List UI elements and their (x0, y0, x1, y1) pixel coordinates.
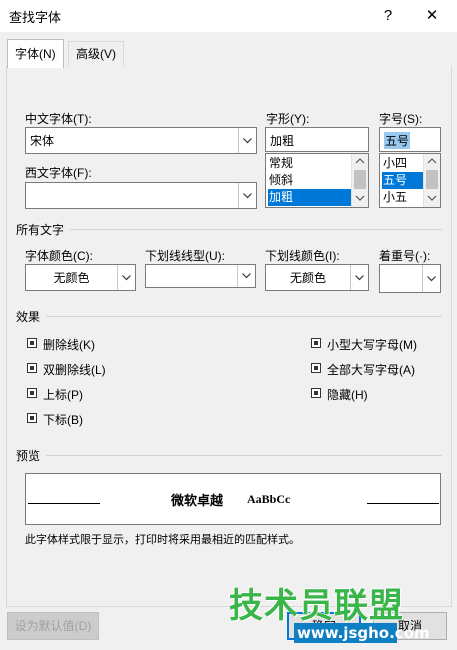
cn-font-dropdown[interactable] (238, 128, 256, 153)
help-button[interactable]: ? (373, 4, 403, 28)
chevron-down-icon (355, 274, 364, 280)
hidden-checkbox[interactable] (311, 388, 321, 398)
chevron-down-icon (242, 273, 251, 279)
double-strikethrough-label: 双删除线(L) (43, 363, 106, 377)
divider (46, 455, 442, 456)
style-scrollbar[interactable] (351, 154, 368, 207)
underline-dropdown[interactable] (237, 265, 255, 287)
size-scrollbar[interactable] (423, 154, 440, 207)
set-default-button[interactable]: 设为默认值(D) (7, 612, 99, 640)
preview-sample-en: AaBbCc (247, 492, 291, 506)
scroll-up-icon[interactable] (424, 155, 440, 169)
west-font-combo[interactable] (25, 182, 257, 209)
preview-section: 预览 (16, 449, 41, 463)
chevron-down-icon (122, 274, 131, 280)
small-caps-label: 小型大写字母(M) (327, 338, 417, 352)
list-item[interactable]: 常规 (268, 155, 353, 172)
hidden-label: 隐藏(H) (327, 388, 368, 402)
chevron-down-icon (243, 192, 252, 198)
underline-color-label: 下划线颜色(I): (265, 249, 340, 263)
strikethrough-checkbox[interactable] (27, 338, 37, 348)
watermark-logo: 技术员联盟 (229, 586, 404, 626)
style-list[interactable]: 常规 倾斜 加粗 (265, 153, 369, 208)
scroll-thumb[interactable] (354, 170, 366, 189)
help-icon: ? (383, 7, 393, 24)
underline-color-combo[interactable]: 无颜色 (265, 264, 369, 291)
close-button[interactable]: ✕ (417, 4, 447, 28)
watermark-url: www.jsgho.com (297, 624, 430, 642)
tab-advanced[interactable]: 高级(V) (68, 41, 124, 67)
cn-font-label: 中文字体(T): (25, 112, 92, 126)
west-font-label: 西文字体(F): (25, 166, 92, 180)
small-caps-checkbox[interactable] (311, 338, 321, 348)
preview-box: 微软卓越 AaBbCc (25, 473, 441, 525)
scroll-thumb[interactable] (426, 170, 438, 189)
underline-label: 下划线线型(U): (145, 249, 225, 263)
superscript-checkbox[interactable] (27, 388, 37, 398)
subscript-checkbox[interactable] (27, 413, 37, 423)
superscript-label: 上标(P) (43, 388, 83, 402)
list-item[interactable]: 小四 (382, 155, 423, 172)
divider (70, 229, 442, 230)
list-item[interactable]: 小五 (382, 189, 423, 206)
underline-color-dropdown[interactable] (350, 265, 368, 290)
double-strikethrough-checkbox[interactable] (27, 363, 37, 373)
emphasis-combo[interactable] (379, 264, 441, 293)
font-color-value: 无颜色 (53, 271, 90, 285)
all-caps-label: 全部大写字母(A) (327, 363, 415, 377)
list-item[interactable]: 五号 (382, 172, 423, 189)
style-label: 字形(Y): (266, 112, 310, 126)
chevron-down-icon (427, 275, 436, 281)
divider (46, 316, 442, 317)
cn-font-combo[interactable]: 宋体 (25, 127, 257, 154)
scroll-down-icon[interactable] (352, 192, 368, 206)
subscript-label: 下标(B) (43, 413, 83, 427)
underline-combo[interactable] (145, 264, 256, 288)
close-icon: ✕ (425, 7, 439, 24)
all-text-section: 所有文字 (16, 223, 65, 237)
chevron-down-icon (243, 137, 252, 143)
font-color-combo[interactable]: 无颜色 (25, 264, 136, 291)
font-color-label: 字体颜色(C): (25, 249, 93, 263)
emphasis-dropdown[interactable] (422, 265, 440, 292)
size-value: 五号 (384, 132, 411, 149)
style-input[interactable]: 加粗 (265, 127, 369, 152)
preview-line-left (28, 503, 100, 504)
preview-note: 此字体样式限于显示，打印时将采用最相近的匹配样式。 (25, 534, 300, 546)
font-color-dropdown[interactable] (117, 265, 135, 290)
preview-line-right (367, 503, 439, 504)
list-item[interactable]: 加粗 (268, 189, 353, 206)
effects-section: 效果 (16, 310, 41, 324)
tab-font[interactable]: 字体(N) (7, 39, 64, 68)
scroll-down-icon[interactable] (424, 192, 440, 206)
size-input[interactable]: 五号 (379, 127, 441, 152)
west-font-dropdown[interactable] (238, 183, 256, 208)
size-list[interactable]: 小四 五号 小五 (379, 153, 441, 208)
strikethrough-label: 删除线(K) (43, 338, 95, 352)
preview-sample-cn: 微软卓越 (171, 494, 224, 509)
cn-font-value: 宋体 (30, 134, 55, 148)
window-title: 查找字体 (9, 10, 62, 25)
style-value: 加粗 (270, 134, 295, 148)
emphasis-label: 着重号(·): (379, 249, 431, 263)
underline-color-value: 无颜色 (289, 271, 326, 285)
scroll-up-icon[interactable] (352, 155, 368, 169)
list-item[interactable]: 倾斜 (268, 172, 353, 189)
size-label: 字号(S): (379, 112, 423, 126)
all-caps-checkbox[interactable] (311, 363, 321, 373)
